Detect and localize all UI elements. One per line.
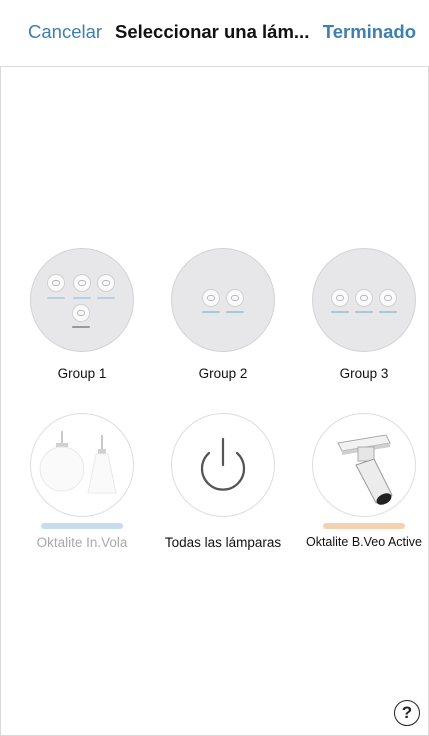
spot-color-bar: [47, 297, 65, 299]
spot-icon: [331, 289, 349, 307]
spot-icon: [202, 289, 220, 307]
spot-icon: [355, 289, 373, 307]
done-button[interactable]: Terminado: [323, 21, 416, 43]
lamp-color-bar: [41, 523, 123, 529]
spot-color-bar: [379, 311, 397, 313]
navigation-bar: Cancelar Seleccionar una lám... Terminad…: [0, 0, 429, 67]
spot-icon: [47, 274, 65, 292]
group-label: Group 1: [57, 366, 107, 381]
group-tile-1[interactable]: Group 1: [12, 248, 152, 381]
group-label: Group 3: [339, 366, 389, 381]
page-title: Seleccionar una lám...: [115, 21, 310, 42]
spot-color-bar: [226, 311, 244, 313]
spot-color-bar: [97, 297, 115, 299]
pendant-lamp-icon: [39, 431, 117, 494]
group-1-circle[interactable]: [30, 248, 134, 352]
group-label: Group 2: [198, 366, 248, 381]
lamp-tile-all[interactable]: Todas las lámparas: [153, 413, 293, 550]
group-3-circle[interactable]: [312, 248, 416, 352]
spot-icon: [226, 289, 244, 307]
lamp-label: Oktalite In.Vola: [36, 535, 128, 550]
lamp-tile-invola[interactable]: Oktalite In.Vola: [12, 413, 152, 550]
cancel-button[interactable]: Cancelar: [28, 21, 102, 43]
spot-color-bar: [72, 326, 90, 328]
group-2-circle[interactable]: [171, 248, 275, 352]
spot-color-bar: [355, 311, 373, 313]
lamp-label: Todas las lámparas: [164, 535, 282, 550]
lamp-label: Oktalite B.Veo Active: [305, 535, 423, 549]
spot-color-bar: [73, 297, 91, 299]
spot-icon: [73, 274, 91, 292]
lamp-color-bar: [323, 523, 405, 529]
spot-icon: [97, 274, 115, 292]
group-tile-2[interactable]: Group 2: [153, 248, 293, 381]
lamp-tile-bveo[interactable]: Oktalite B.Veo Active: [294, 413, 429, 549]
spot-color-bar: [331, 311, 349, 313]
lamp-circle[interactable]: [312, 413, 416, 517]
lamp-circle[interactable]: [171, 413, 275, 517]
group-tile-3[interactable]: Group 3: [294, 248, 429, 381]
track-spot-lamp-icon: [337, 434, 393, 505]
spot-color-bar: [202, 311, 220, 313]
spot-icon: [379, 289, 397, 307]
lamp-circle[interactable]: [30, 413, 134, 517]
spot-icon: [72, 304, 90, 322]
help-button[interactable]: ?: [394, 700, 420, 726]
power-icon: [200, 437, 246, 491]
